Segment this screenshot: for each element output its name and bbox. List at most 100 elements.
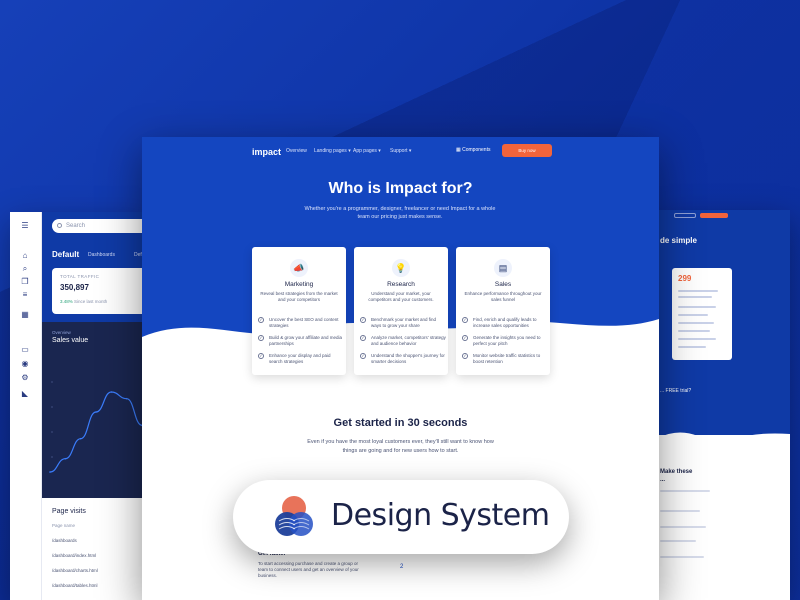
book-icon[interactable]: ◣ bbox=[19, 390, 31, 398]
pricing-lower-title: Make these... bbox=[660, 469, 693, 483]
settings-icon[interactable]: ⚙ bbox=[19, 374, 31, 382]
nav-support[interactable]: Support ▾ bbox=[390, 148, 411, 154]
check-icon: ✓ bbox=[258, 335, 264, 341]
card-item: ✓ Uncover the best SEO and content strate… bbox=[258, 317, 339, 328]
page-visits-card: Page visits Page name /dashboards /dashb… bbox=[42, 498, 150, 600]
file-icon[interactable]: ▭ bbox=[19, 346, 31, 354]
nav-components[interactable]: ▦ Components bbox=[456, 147, 490, 153]
sales-series-line bbox=[49, 391, 143, 473]
pricing-line bbox=[678, 296, 712, 298]
card-item: ✓ Generate the insights you need to perfe… bbox=[462, 335, 541, 346]
feature-card-marketing: 📣 Marketing Reveal best strategies from … bbox=[252, 247, 346, 375]
check-icon: ✓ bbox=[258, 317, 264, 323]
traffic-stat-card: TOTAL TRAFFIC 350,897 3.48% Since last m… bbox=[52, 268, 148, 314]
table-icon[interactable]: ▦ bbox=[19, 311, 31, 319]
card-title: Sales bbox=[494, 281, 512, 288]
card-title: Marketing bbox=[284, 281, 314, 288]
sales-data-point bbox=[79, 437, 82, 440]
pricing-line bbox=[678, 338, 716, 340]
card-item: ✓ Understand the shopper's journey for sm… bbox=[360, 353, 445, 364]
impact-logo[interactable]: impact bbox=[252, 147, 281, 157]
design-system-logo-icon bbox=[275, 496, 313, 536]
user-icon[interactable]: ◉ bbox=[19, 360, 31, 368]
sales-chart-card: Overview Sales value bbox=[42, 322, 150, 498]
pricing-line bbox=[660, 526, 706, 528]
megaphone-icon: 📣 bbox=[290, 259, 308, 277]
check-icon: ✓ bbox=[360, 317, 366, 323]
list-icon[interactable]: ≡ bbox=[19, 291, 31, 299]
card-item: ✓ Build & grow your affiliate and media p… bbox=[258, 335, 342, 346]
dashboard-preview: ☰ ⌂ ⌕ ❐ ≡ ▦ ▭ ◉ ⚙ ◣ Search Default Dashb… bbox=[10, 212, 150, 600]
dashboard-search-input[interactable]: Search bbox=[52, 219, 150, 233]
design-system-label: Design System bbox=[331, 498, 550, 533]
check-icon: ✓ bbox=[258, 353, 264, 359]
pricing-preview: de simple 299 ... FREE trial? Make these… bbox=[658, 210, 790, 600]
pricing-line bbox=[678, 322, 714, 324]
card-item: ✓ Enhance your display and paid search st… bbox=[258, 353, 331, 364]
check-icon: ✓ bbox=[462, 335, 468, 341]
sales-data-point bbox=[95, 411, 97, 413]
stat-change: 3.48% Since last month bbox=[60, 299, 108, 304]
visits-row[interactable]: /dashboard/charts.html bbox=[52, 568, 98, 573]
search-icon[interactable]: ⌕ bbox=[19, 265, 31, 273]
sales-data-point bbox=[49, 471, 51, 473]
step-text: To start accessing purchase and create a… bbox=[258, 561, 359, 578]
pricing-line bbox=[678, 306, 716, 308]
getting-started-subtitle: Even if you have the most loyal customer… bbox=[307, 439, 494, 454]
y-axis-tick bbox=[51, 431, 53, 433]
pricing-line bbox=[660, 556, 704, 558]
pricing-lower-section bbox=[658, 435, 790, 600]
pricing-line bbox=[678, 314, 708, 316]
copy-icon[interactable]: ❐ bbox=[19, 278, 31, 286]
stat-label: TOTAL TRAFFIC bbox=[60, 274, 100, 279]
pricing-title: de simple bbox=[660, 236, 697, 245]
sales-data-point bbox=[125, 397, 128, 400]
buy-now-button[interactable]: Buy now bbox=[502, 144, 552, 157]
visits-header: Page name bbox=[52, 523, 76, 528]
components-button[interactable] bbox=[674, 213, 696, 218]
stat-value: 350,897 bbox=[60, 283, 89, 292]
feature-card-research: 💡 Research Understand your market, your … bbox=[354, 247, 448, 375]
check-icon: ✓ bbox=[462, 353, 468, 359]
visits-title: Page visits bbox=[52, 508, 86, 515]
card-description: Reveal best strategies from the market a… bbox=[260, 291, 338, 302]
pricing-line bbox=[660, 490, 710, 492]
nav-app-pages[interactable]: App pages ▾ bbox=[353, 148, 381, 154]
hero-subline: Whether you're a programmer, designer, f… bbox=[304, 206, 496, 220]
pricing-line bbox=[660, 510, 700, 512]
free-trial-text: ... FREE trial? bbox=[660, 388, 692, 394]
menu-icon[interactable]: ☰ bbox=[19, 222, 31, 230]
dashboard-sidebar-rail: ☰ ⌂ ⌕ ❐ ≡ ▦ ▭ ◉ ⚙ ◣ bbox=[10, 212, 42, 600]
nav-overview[interactable]: Overview bbox=[286, 148, 307, 154]
hero-headline: Who is Impact for? bbox=[328, 180, 473, 197]
check-icon: ✓ bbox=[360, 353, 366, 359]
sales-data-point bbox=[64, 457, 67, 460]
pricing-line bbox=[678, 290, 718, 292]
card-description: Enhance performance throughout your sale… bbox=[464, 291, 542, 302]
chart-title: Sales value bbox=[52, 337, 89, 344]
nav-landing-pages[interactable]: Landing pages ▾ bbox=[314, 148, 351, 154]
buy-now-button[interactable] bbox=[700, 213, 728, 218]
price-value: 299 bbox=[678, 274, 692, 283]
visits-row[interactable]: /dashboard/index.html bbox=[52, 553, 96, 558]
pricing-line bbox=[678, 330, 710, 332]
dashboard-main: Search Default Dashboards Default TOTAL … bbox=[42, 212, 150, 600]
chart-doc-icon: ▤ bbox=[494, 259, 512, 277]
card-item: ✓ Find, enrich and qualify leads to incre… bbox=[462, 317, 537, 328]
feature-card-sales: ▤ Sales Enhance performance throughout y… bbox=[456, 247, 550, 375]
breadcrumb-dashboards[interactable]: Dashboards bbox=[88, 252, 115, 258]
y-axis-tick bbox=[51, 406, 53, 408]
card-description: Understand your market, your competitors… bbox=[368, 291, 434, 302]
search-placeholder: Search bbox=[66, 223, 86, 229]
visits-row[interactable]: /dashboards bbox=[52, 538, 77, 543]
search-icon bbox=[57, 223, 62, 228]
y-axis-tick bbox=[51, 381, 53, 383]
step-number: 2 bbox=[400, 564, 404, 570]
pricing-line bbox=[660, 540, 696, 542]
visits-row[interactable]: /dashboard/tables.html bbox=[52, 583, 98, 588]
design-system-badge: Design System bbox=[233, 480, 569, 554]
getting-started-title: Get started in 30 seconds bbox=[333, 417, 468, 429]
page-title: Default bbox=[52, 250, 80, 259]
lightbulb-icon: 💡 bbox=[392, 259, 410, 277]
home-icon[interactable]: ⌂ bbox=[19, 252, 31, 260]
